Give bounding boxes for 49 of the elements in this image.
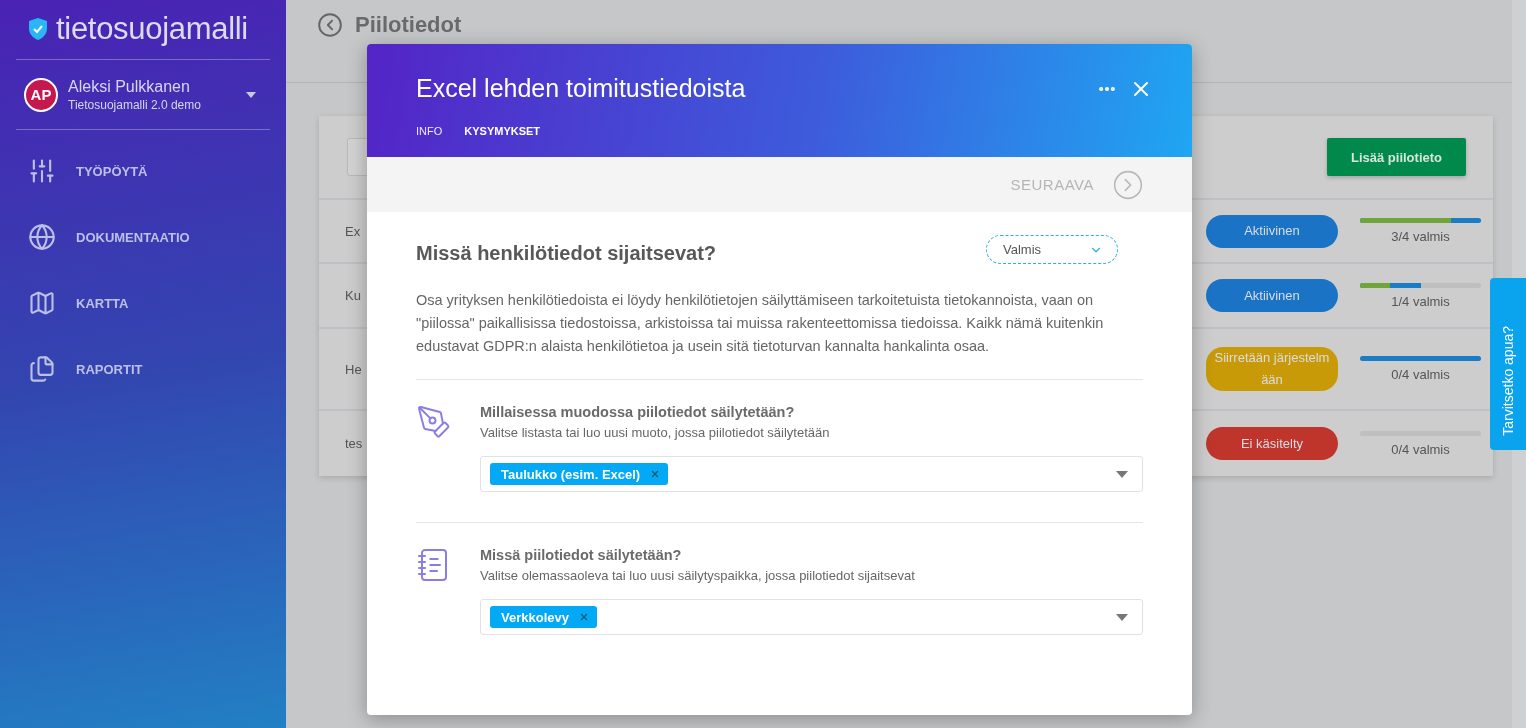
organization-name: Tietosuojamalli 2.0 demo (68, 97, 202, 112)
pen-nib-icon (416, 404, 452, 440)
question-title: Missä henkilötiedot sijaitsevat? (416, 241, 717, 265)
shield-check-icon (28, 16, 48, 41)
progress-label: 0/4 valmis (1391, 441, 1450, 457)
tab[interactable]: KYSYMYKSET (464, 125, 541, 137)
multi-select-field[interactable]: Taulukko (esim. Excel) (480, 456, 1143, 492)
sliders-icon (28, 157, 56, 185)
logo-text: tietosuojamalli (56, 10, 248, 47)
remove-icon[interactable] (650, 469, 661, 479)
status-badge: Siirretään järjestelmään (1206, 347, 1338, 391)
nav-item[interactable]: RAPORTIT (76, 361, 143, 377)
nav-item[interactable]: TYÖPÖYTÄ (76, 163, 148, 179)
status-badge: Aktiivinen (1206, 279, 1338, 312)
caret-icon[interactable] (1116, 613, 1128, 621)
remove-icon[interactable] (578, 612, 589, 622)
progress-label: 3/4 valmis (1391, 229, 1450, 244)
row-name: Ku (345, 288, 361, 303)
row-name: Ex (345, 223, 361, 239)
field-label: Millaisessa muodossa piilotiedot säilytetään? (480, 404, 796, 420)
progress-label: 1/4 valmis (1391, 293, 1450, 309)
globe-icon (28, 223, 56, 251)
nav-item[interactable]: DOKUMENTAATIO (76, 229, 190, 245)
status-dropdown[interactable]: Valmis (986, 235, 1118, 264)
row-name: He (345, 361, 362, 377)
row-name: tes (345, 436, 363, 451)
add-button[interactable]: Lisää piilotieto (1327, 138, 1466, 176)
caret-icon[interactable] (1116, 470, 1128, 478)
field-label: Missä piilotiedot säilytetään? (480, 547, 683, 563)
description-text: Osa yrityksen henkilötiedoista ei löydy henkilötietojen säilyttämiseen tarkoitetuista tietokannoista, vaan on "piilossa" paikallisissa tiedostoissa, arkistoissa tai muissa rakenteettomissa tiedoissa. Kaikk nämä kuitenkin edustavat GDPR:n alaista henkilötietoa ja usein sitä tietoturvan kannalta hankalinta osaa. (416, 289, 1143, 380)
progress-label: 0/4 valmis (1391, 367, 1450, 382)
tab[interactable]: INFO (416, 125, 443, 137)
tag: Taulukko (esim. Excel) (490, 463, 669, 485)
field-hint: Valitse listasta tai luo uusi muoto, jossa piilotiedot säilytetään (480, 425, 831, 440)
page-title: Piilotiedot (355, 12, 462, 38)
multi-select-field[interactable]: Verkkolevy (480, 599, 1143, 635)
nav-item[interactable]: KARTTA (76, 295, 129, 311)
status-badge: Ei käsitelty (1206, 427, 1338, 460)
dialog-title: Excel lehden toimitustiedoista (416, 74, 746, 103)
back-icon[interactable] (317, 12, 343, 38)
status-badge: Aktiivinen (1206, 214, 1338, 248)
help-tab[interactable]: Tarvitsetko apua? (1490, 278, 1526, 450)
documents-icon (28, 355, 56, 383)
field-hint: Valitse olemassaoleva tai luo uusi säilytyspaikka, jossa piilotiedot sijaitsevat (480, 568, 916, 583)
user-name: Aleksi Pulkkanen (68, 77, 191, 96)
map-icon (28, 289, 56, 317)
avatar: AP (24, 77, 58, 112)
tag: Verkkolevy (490, 606, 597, 628)
caret-icon[interactable] (246, 91, 256, 98)
